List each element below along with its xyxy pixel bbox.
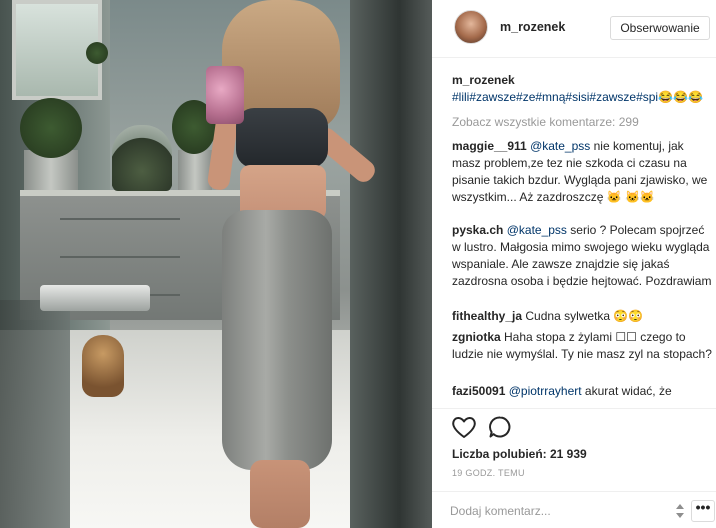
photo-mirror-left — [0, 300, 70, 528]
comment-username[interactable]: maggie__911 — [452, 139, 527, 153]
list-item: maggie__911 @kate_pss nie komentuj, jak … — [452, 138, 714, 206]
post-header: m_rozenek Obserwowanie — [432, 0, 716, 58]
photo-figure-feet — [250, 460, 310, 528]
avatar[interactable] — [454, 10, 488, 44]
post-photo[interactable] — [0, 0, 432, 528]
photo-terrarium — [112, 125, 172, 191]
instagram-post-view: m_rozenek Obserwowanie m_rozenek #lili#z… — [0, 0, 716, 528]
caption-hashtags[interactable]: #lili#zawsze#ze#mną#sisi#zawsze#spi😂😂😂 — [452, 90, 703, 104]
post-username[interactable]: m_rozenek — [500, 20, 565, 34]
comment-username[interactable]: fazi50091 — [452, 384, 505, 398]
view-all-comments-link[interactable]: Zobacz wszystkie komentarze: 299 — [452, 115, 639, 129]
photo-figure-top — [236, 108, 328, 168]
comment-text: Cudna sylwetka 😳😳 — [525, 309, 644, 323]
comments-list[interactable]: m_rozenek #lili#zawsze#ze#mną#sisi#zawsz… — [432, 58, 716, 408]
photo-figure-legs — [222, 210, 332, 470]
photo-dog — [82, 335, 124, 397]
list-item: zgniotka Haha stopa z żylami ☐☐ czego to… — [452, 329, 714, 363]
comment-text: akurat widać, że — [581, 384, 672, 398]
likes-count[interactable]: Liczba polubień: 21 939 — [452, 447, 587, 461]
photo-plant — [20, 98, 82, 158]
photo-phone — [206, 66, 244, 124]
photo-mirror-right — [350, 0, 432, 528]
photo-plant — [86, 42, 108, 64]
caption-username[interactable]: m_rozenek — [452, 73, 515, 87]
post-timestamp: 19 GODZ. TEMU — [452, 468, 525, 478]
comment-icon[interactable] — [488, 415, 512, 442]
heart-icon[interactable] — [451, 415, 477, 442]
comment-mention[interactable]: @kate_pss — [530, 139, 590, 153]
photo-drawer-line — [60, 256, 180, 258]
following-button[interactable]: Obserwowanie — [610, 16, 710, 40]
loading-spinner-icon — [674, 502, 686, 520]
add-comment-bar: ••• — [432, 491, 716, 528]
more-options-icon[interactable]: ••• — [691, 500, 715, 522]
comment-username[interactable]: zgniotka — [452, 330, 501, 344]
comment-mention[interactable]: @kate_pss — [507, 223, 567, 237]
photo-pot — [178, 150, 212, 190]
photo-faucet — [40, 285, 150, 311]
comment-username[interactable]: fithealthy_ja — [452, 309, 522, 323]
comment-mention[interactable]: @piotrrayhert — [509, 384, 582, 398]
comment-username[interactable]: pyska.ch — [452, 223, 503, 237]
add-comment-input[interactable] — [450, 500, 655, 522]
post-actions: Liczba polubień: 21 939 19 GODZ. TEMU ••… — [432, 408, 716, 528]
post-side-panel: m_rozenek Obserwowanie m_rozenek #lili#z… — [432, 0, 716, 528]
list-item: fithealthy_ja Cudna sylwetka 😳😳 — [452, 308, 714, 325]
list-item: pyska.ch @kate_pss serio ? Polecam spojr… — [452, 222, 714, 290]
list-item: fazi50091 @piotrrayhert akurat widać, że — [452, 383, 714, 400]
caption: m_rozenek #lili#zawsze#ze#mną#sisi#zawsz… — [452, 72, 714, 106]
photo-drawer-line — [60, 218, 180, 220]
